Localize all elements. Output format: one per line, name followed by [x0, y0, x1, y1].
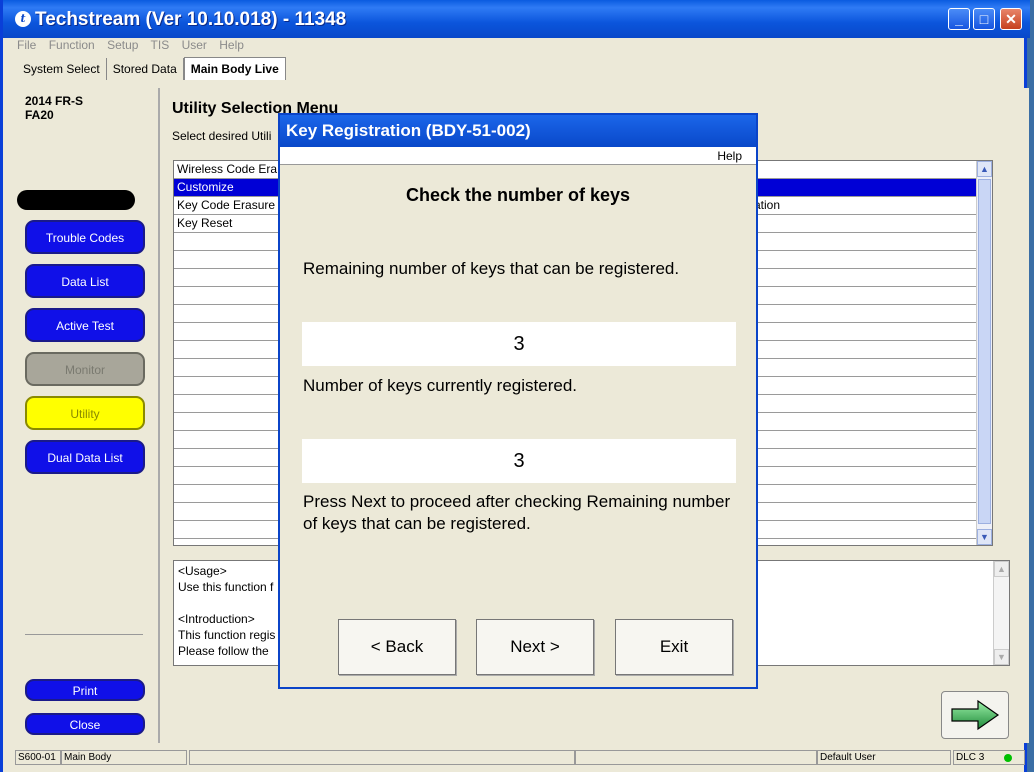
status-user: Default User: [817, 750, 951, 765]
connection-status-icon: [1004, 754, 1012, 762]
exit-button[interactable]: Exit: [615, 619, 733, 675]
remaining-label: Remaining number of keys that can be reg…: [303, 259, 680, 278]
monitor-button[interactable]: Monitor: [25, 352, 145, 386]
engine-code: FA20: [25, 108, 54, 122]
tab-bar: System Select Stored Data Main Body Live: [17, 57, 286, 80]
menu-setup[interactable]: Setup: [107, 38, 138, 52]
scroll-down-icon[interactable]: ▼: [994, 649, 1009, 665]
desc-scrollbar[interactable]: ▲ ▼: [993, 561, 1009, 665]
list-scrollbar[interactable]: ▲ ▼: [976, 161, 992, 545]
maximize-icon: □: [979, 11, 989, 27]
list-item-label: Key Code Erasure: [177, 198, 276, 212]
utility-button[interactable]: Utility: [25, 396, 145, 430]
menu-user[interactable]: User: [182, 38, 207, 52]
scroll-down-icon[interactable]: ▼: [977, 529, 992, 545]
app-icon: t: [15, 11, 31, 27]
dual-data-list-button[interactable]: Dual Data List: [25, 440, 145, 474]
dialog-menu: Help: [280, 147, 756, 165]
status-empty: [189, 750, 575, 765]
sidebar: 2014 FR-S FA20 Trouble Codes Data List A…: [15, 88, 160, 743]
status-system: Main Body: [61, 750, 187, 765]
redacted-block: [17, 190, 135, 210]
window-title: Techstream (Ver 10.10.018) - 11348: [35, 9, 347, 30]
menu-bar: File Function Setup TIS User Help: [17, 38, 253, 56]
scroll-thumb[interactable]: [978, 179, 991, 524]
dialog-help-menu[interactable]: Help: [717, 149, 742, 163]
minimize-button[interactable]: _: [948, 8, 970, 30]
minimize-icon: _: [955, 11, 963, 27]
dlc-label: DLC 3: [956, 752, 985, 763]
scroll-up-icon[interactable]: ▲: [977, 161, 992, 177]
tab-main-body-live[interactable]: Main Body Live: [183, 57, 286, 80]
close-icon: ✕: [1005, 11, 1017, 27]
status-code: S600-01: [15, 750, 61, 765]
page-subtitle: Select desired Utili: [172, 129, 272, 143]
status-empty: [575, 750, 817, 765]
instruction-text: Press Next to proceed after checking Rem…: [303, 492, 731, 533]
tab-system-select[interactable]: System Select: [17, 58, 107, 80]
title-bar[interactable]: t Techstream (Ver 10.10.018) - 11348 _ □…: [3, 0, 1030, 38]
print-button[interactable]: Print: [25, 679, 145, 701]
data-list-button[interactable]: Data List: [25, 264, 145, 298]
vehicle-model: 2014 FR-S: [25, 94, 84, 108]
vehicle-info: 2014 FR-S FA20: [25, 94, 83, 122]
next-arrow-button[interactable]: [941, 691, 1009, 739]
status-dlc: DLC 3: [953, 750, 1025, 765]
key-registration-dialog: Key Registration (BDY-51-002) Help Check…: [278, 113, 758, 689]
back-button[interactable]: < Back: [338, 619, 456, 675]
sidebar-divider: [25, 634, 143, 635]
menu-file[interactable]: File: [17, 38, 36, 52]
dialog-title[interactable]: Key Registration (BDY-51-002): [280, 115, 756, 147]
right-arrow-icon: [951, 699, 1000, 731]
remaining-value: 3: [302, 322, 736, 366]
trouble-codes-button[interactable]: Trouble Codes: [25, 220, 145, 254]
registered-label: Number of keys currently registered.: [303, 376, 577, 395]
menu-help[interactable]: Help: [219, 38, 244, 52]
menu-function[interactable]: Function: [49, 38, 95, 52]
maximize-button[interactable]: □: [973, 8, 995, 30]
close-button[interactable]: Close: [25, 713, 145, 735]
menu-tis[interactable]: TIS: [151, 38, 170, 52]
next-button[interactable]: Next >: [476, 619, 594, 675]
close-window-button[interactable]: ✕: [1000, 8, 1022, 30]
dialog-heading: Check the number of keys: [405, 185, 631, 205]
registered-value: 3: [302, 439, 736, 483]
tab-stored-data[interactable]: Stored Data: [107, 58, 184, 80]
active-test-button[interactable]: Active Test: [25, 308, 145, 342]
status-bar: S600-01 Main Body Default User DLC 3: [15, 750, 1027, 766]
scroll-up-icon[interactable]: ▲: [994, 561, 1009, 577]
